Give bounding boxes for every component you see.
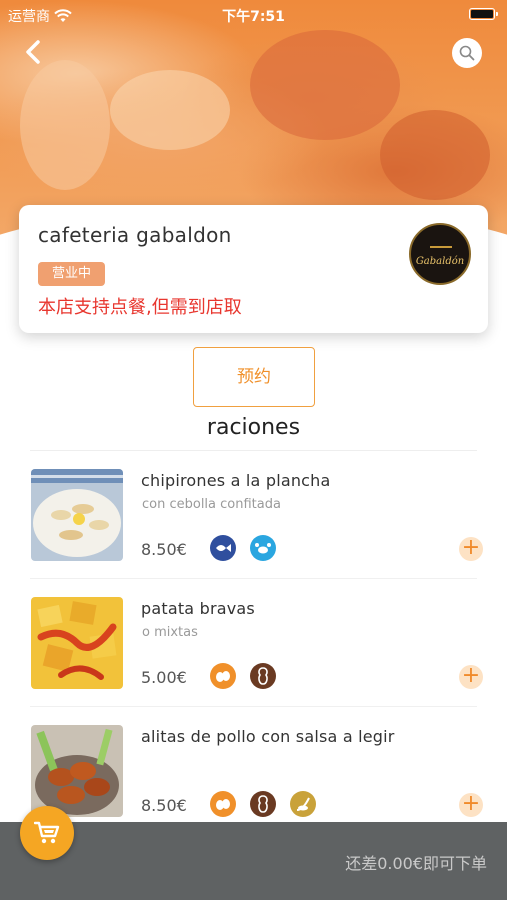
store-logo-text: Gabaldón (415, 255, 465, 267)
menu-item[interactable]: chipirones a la plancha con cebolla conf… (0, 451, 507, 579)
dish-price: 8.50€ (141, 796, 187, 815)
search-button[interactable] (452, 38, 482, 68)
peanut-icon (250, 791, 276, 817)
reserve-button[interactable]: 预约 (193, 347, 315, 407)
allergen-list (210, 535, 276, 561)
dish-image (31, 469, 123, 561)
dish-name: patata bravas (141, 599, 255, 618)
peanut-icon (250, 663, 276, 689)
mustard-icon (290, 791, 316, 817)
cart-icon (34, 821, 60, 844)
allergen-list (210, 663, 276, 689)
food-image-blob (250, 30, 400, 140)
fish-icon (210, 535, 236, 561)
add-to-cart-button[interactable]: + (459, 537, 483, 561)
dish-photo (31, 725, 123, 817)
dish-image (31, 725, 123, 817)
add-to-cart-button[interactable]: + (459, 793, 483, 817)
food-image-blob (110, 70, 230, 150)
status-bar: 运营商 下午7:51 (0, 0, 507, 28)
crustacean-icon (250, 535, 276, 561)
logo-emblem (430, 234, 452, 248)
dish-photo (31, 597, 123, 689)
category-title: raciones (206, 415, 301, 440)
add-to-cart-button[interactable]: + (459, 665, 483, 689)
menu-item[interactable]: alitas de pollo con salsa a legir 8.50€ … (0, 707, 507, 835)
dish-name: chipirones a la plancha (141, 471, 331, 490)
cart-bar[interactable]: 还差0.00€即可下单 (0, 822, 507, 900)
menu-item[interactable]: patata bravas o mixtas 5.00€ + (0, 579, 507, 707)
open-status-badge: 营业中 (38, 262, 106, 286)
dish-name: alitas de pollo con salsa a legir (141, 727, 395, 746)
status-time: 下午7:51 (222, 9, 285, 25)
eggs-icon (210, 791, 236, 817)
eggs-icon (210, 663, 236, 689)
dish-description: con cebolla confitada (142, 497, 281, 512)
food-image-blob (380, 110, 490, 200)
store-info-card: cafeteria gabaldon 营业中 本店支持点餐,但需到店取 Gaba… (19, 205, 488, 333)
allergen-list (210, 791, 316, 817)
search-icon (459, 45, 475, 61)
dish-price: 5.00€ (141, 668, 187, 687)
dish-image (31, 597, 123, 689)
cart-button[interactable] (20, 806, 74, 860)
chevron-left-icon[interactable] (22, 38, 46, 66)
pickup-notice: 本店支持点餐,但需到店取 (38, 297, 242, 318)
store-logo: Gabaldón (409, 223, 471, 285)
dish-price: 8.50€ (141, 540, 187, 559)
food-image-blob (20, 60, 110, 190)
dish-description: o mixtas (142, 625, 198, 640)
minimum-order-note: 还差0.00€即可下单 (345, 854, 487, 873)
dish-photo (31, 469, 123, 561)
battery-icon (469, 8, 498, 20)
store-name: cafeteria gabaldon (38, 223, 232, 247)
